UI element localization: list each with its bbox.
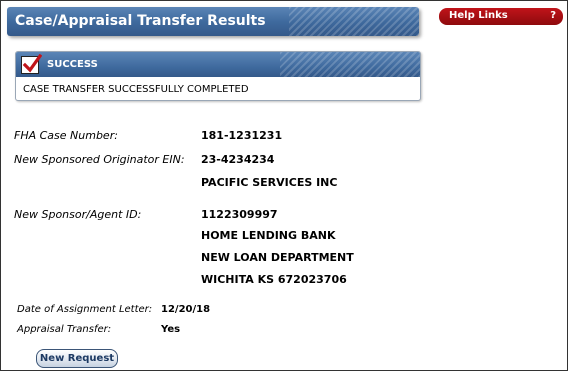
- page-title: Case/Appraisal Transfer Results: [15, 13, 266, 29]
- fha-case-number-label: FHA Case Number:: [14, 129, 118, 142]
- success-status: SUCCESS: [47, 59, 98, 70]
- new-request-button[interactable]: New Request: [36, 349, 118, 368]
- sponsor-name: HOME LENDING BANK: [201, 229, 336, 242]
- assignment-date-value: 12/20/18: [161, 304, 211, 315]
- page-frame: Case/Appraisal Transfer Results Help Lin…: [0, 0, 568, 371]
- originator-ein-value: 23-4234234: [201, 153, 275, 166]
- fha-case-number-value: 181-1231231: [201, 129, 283, 142]
- success-header-stripes: [280, 52, 420, 77]
- title-bar-stripes: [289, 7, 419, 36]
- assignment-date-label: Date of Assignment Letter:: [17, 304, 153, 315]
- help-links-button[interactable]: Help Links ?: [439, 8, 563, 25]
- appraisal-transfer-value: Yes: [161, 324, 181, 335]
- question-icon: ?: [550, 10, 556, 21]
- originator-ein-label: New Sponsored Originator EIN:: [14, 153, 185, 166]
- help-links-label: Help Links: [449, 10, 508, 21]
- success-message: CASE TRANSFER SUCCESSFULLY COMPLETED: [23, 84, 249, 95]
- page-title-bar: Case/Appraisal Transfer Results: [7, 7, 419, 36]
- sponsor-department: NEW LOAN DEPARTMENT: [201, 251, 354, 264]
- sponsor-agent-id-value: 1122309997: [201, 208, 278, 221]
- appraisal-transfer-label: Appraisal Transfer:: [17, 324, 112, 335]
- checkmark-icon: [21, 54, 42, 74]
- success-header: SUCCESS: [16, 52, 420, 77]
- sponsor-agent-id-label: New Sponsor/Agent ID:: [14, 208, 142, 221]
- sponsor-city: WICHITA KS 672023706: [201, 273, 347, 286]
- success-panel: SUCCESS CASE TRANSFER SUCCESSFULLY COMPL…: [15, 51, 421, 101]
- originator-name: PACIFIC SERVICES INC: [201, 176, 338, 189]
